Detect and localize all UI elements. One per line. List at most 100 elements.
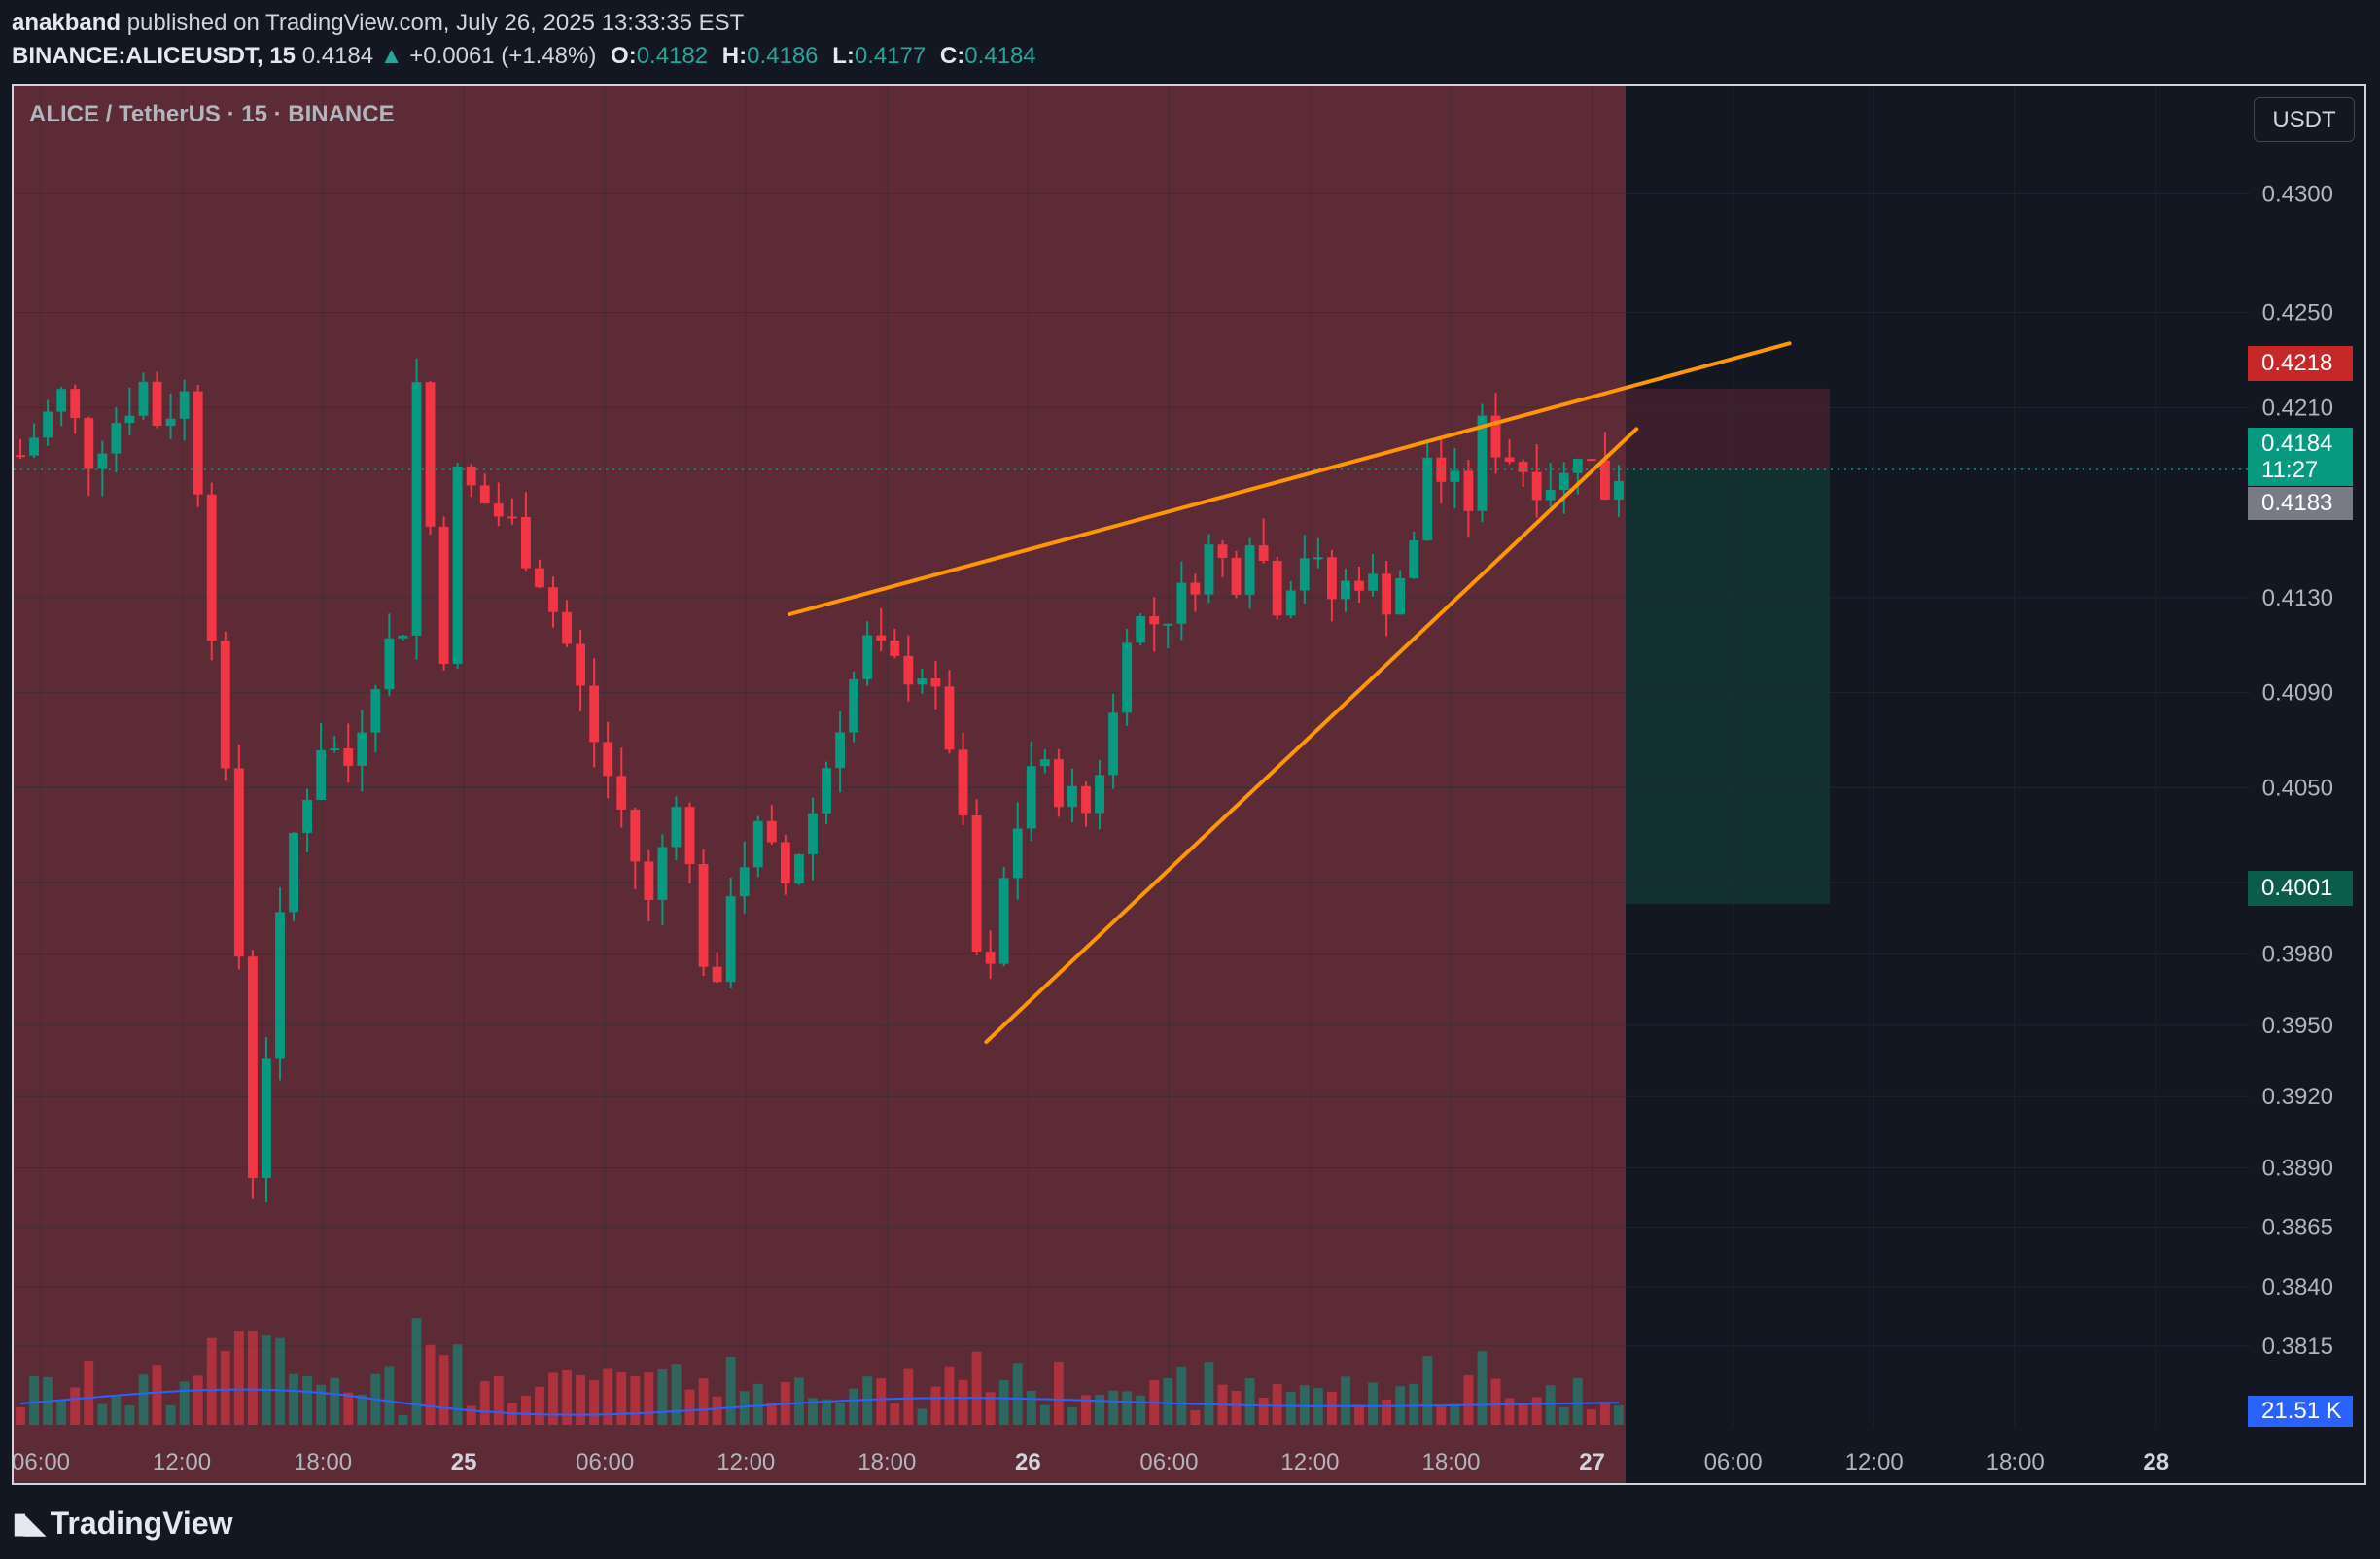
volume-bar: [1122, 1391, 1133, 1425]
candle-body: [1614, 480, 1624, 500]
candle-body: [479, 485, 490, 504]
volume-bar: [16, 1407, 25, 1425]
candle-body: [917, 678, 928, 685]
volume-bar: [398, 1415, 408, 1425]
time-tick-label: 06:00: [576, 1449, 634, 1475]
volume-bar: [152, 1365, 162, 1425]
volume-bar: [384, 1366, 395, 1425]
price-tick-label: 0.4300: [2262, 181, 2333, 207]
volume-bar: [1436, 1404, 1447, 1425]
volume-bar: [179, 1381, 190, 1425]
volume-bar: [425, 1344, 436, 1425]
volume-bar: [1285, 1391, 1296, 1425]
prev-close-tag: 0.4183: [2248, 487, 2353, 520]
publisher-name[interactable]: anakband: [12, 10, 121, 36]
volume-bar: [1108, 1390, 1119, 1425]
candle-body: [1012, 828, 1023, 879]
candle-body: [998, 878, 1009, 964]
candle-body: [616, 776, 627, 810]
chart-canvas[interactable]: 0.4300 0.4250 0.4210 0.4130 0.4090 0.4050 0.40…: [14, 86, 2364, 1483]
time-tick-label: 06:00: [14, 1449, 70, 1475]
volume-bar: [1231, 1391, 1242, 1425]
candle-body: [822, 768, 831, 814]
candle-body: [1504, 457, 1515, 463]
volume-bar: [712, 1396, 722, 1425]
change-value: +0.0061 (+1.48%): [409, 43, 597, 69]
time-tick-label: 12:00: [1280, 1449, 1339, 1475]
volume-bar: [438, 1355, 449, 1425]
volume-bar: [1341, 1376, 1350, 1425]
candle-body: [862, 635, 873, 679]
candle-body: [1039, 759, 1050, 767]
time-tick-label: 26: [1015, 1449, 1041, 1475]
candle-body: [589, 685, 600, 743]
candle-body: [903, 655, 914, 685]
candle-body: [233, 768, 244, 957]
candle-body: [438, 526, 449, 664]
candle-body: [138, 381, 149, 416]
time-tick-label: 27: [1579, 1449, 1605, 1475]
volume-bar: [1368, 1382, 1378, 1425]
candle-body: [712, 966, 722, 983]
volume-bar: [111, 1395, 122, 1425]
volume-bar: [289, 1373, 298, 1425]
volume-bar: [97, 1403, 108, 1425]
candle-body: [1217, 544, 1228, 559]
volume-bar: [1490, 1378, 1501, 1425]
candle-body: [330, 748, 340, 751]
volume-bar: [56, 1399, 67, 1425]
candle-body: [535, 568, 544, 588]
candle-body: [684, 807, 695, 865]
volume-bar: [275, 1337, 285, 1425]
candle-body: [316, 749, 327, 800]
volume-bar: [357, 1394, 368, 1425]
candle-body: [1382, 573, 1392, 615]
candle-body: [1163, 623, 1173, 626]
candle-body: [520, 517, 531, 569]
candle-body: [152, 381, 162, 427]
volume-bar: [520, 1395, 531, 1425]
time-tick-label: 12:00: [717, 1449, 775, 1475]
volume-bar: [1068, 1407, 1077, 1425]
high-label: H:: [721, 43, 748, 69]
candle-body: [425, 382, 436, 527]
candle-body: [1272, 560, 1282, 616]
volume-tag: 21.51 K: [2248, 1396, 2353, 1427]
volume-bar: [1095, 1394, 1104, 1425]
currency-button[interactable]: USDT: [2254, 97, 2355, 142]
candle-body: [507, 516, 517, 519]
candle-body: [1545, 490, 1556, 501]
last-price-label: 0.4184: [2261, 431, 2333, 457]
candle-body: [124, 415, 135, 424]
candle-body: [671, 807, 682, 848]
low-value: 0.4177: [854, 43, 927, 69]
candle-body: [1026, 766, 1036, 829]
time-tick-label: 06:00: [1139, 1449, 1198, 1475]
volume-bar: [220, 1350, 230, 1425]
candle-body: [603, 742, 613, 777]
candle-body: [1053, 759, 1064, 808]
time-tick-label: 12:00: [1845, 1449, 1904, 1475]
tradingview-logo[interactable]: ▮◣ TradingView: [12, 1503, 233, 1543]
volume-bar: [835, 1403, 845, 1425]
volume-bar: [971, 1351, 982, 1425]
candle-body: [370, 689, 381, 733]
volume-bar: [657, 1369, 668, 1425]
volume-bar: [1518, 1403, 1528, 1425]
open-value: 0.4182: [636, 43, 709, 69]
volume-bar: [958, 1379, 968, 1425]
candle-body: [985, 952, 996, 964]
candle-body: [1068, 785, 1077, 808]
volume-bar: [262, 1335, 271, 1425]
price-tick-label: 0.4130: [2262, 585, 2333, 611]
volume-bar: [944, 1366, 955, 1425]
candle-body: [794, 854, 804, 883]
candle-body: [835, 732, 845, 769]
position-zones: [14, 86, 1830, 1483]
time-tick-label: 18:00: [858, 1449, 916, 1475]
candle-body: [1176, 582, 1187, 624]
candle-body: [562, 611, 572, 644]
candle-body: [944, 686, 955, 750]
candle-body: [1477, 415, 1488, 511]
volume-bar: [1204, 1362, 1214, 1425]
